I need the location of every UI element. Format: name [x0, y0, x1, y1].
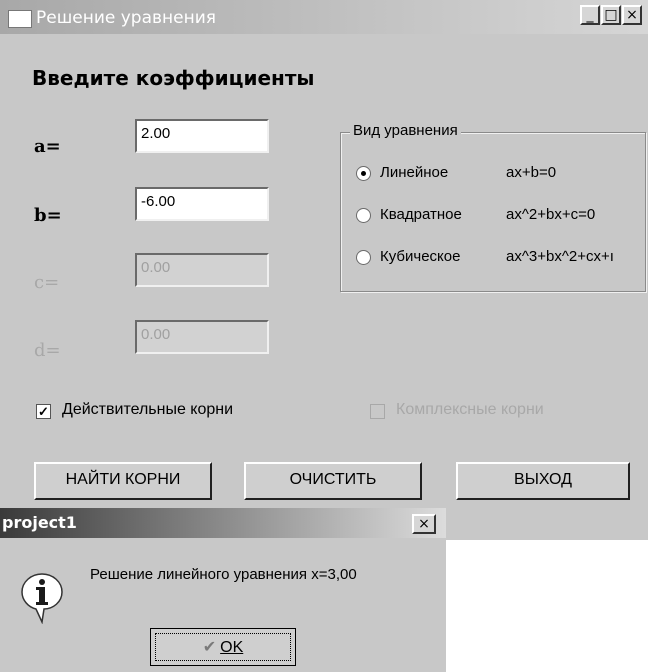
close-button[interactable]: ×: [622, 5, 642, 25]
coef-c-input[interactable]: 0.00: [135, 253, 269, 287]
main-window: Решение уравнения _ □ × Введите коэффици…: [0, 0, 648, 540]
dialog-close-button[interactable]: ×: [412, 514, 436, 534]
coef-a-input[interactable]: 2.00: [135, 119, 269, 153]
dialog-message: Решение линейного уравнения x=3,00: [90, 566, 357, 583]
option-linear-label[interactable]: Линейное: [380, 164, 448, 181]
ok-button[interactable]: ✔ OK: [150, 628, 296, 666]
real-roots-checkbox[interactable]: ✓: [36, 404, 51, 419]
option-quadratic-label[interactable]: Квадратное: [380, 206, 462, 223]
complex-roots-label[interactable]: Комплексные корни: [396, 401, 544, 419]
window-title: Решение уравнения: [36, 8, 217, 28]
window-titlebar[interactable]: Решение уравнения _ □ ×: [0, 0, 648, 34]
coef-b-label: b=: [34, 205, 62, 226]
dialog-titlebar[interactable]: project1 ×: [0, 508, 446, 538]
real-roots-label[interactable]: Действительные корни: [62, 401, 233, 419]
minimize-button[interactable]: _: [580, 5, 600, 25]
dialog-title: project1: [2, 513, 77, 532]
find-roots-button[interactable]: НАЙТИ КОРНИ: [34, 462, 212, 500]
radio-linear[interactable]: [356, 166, 371, 181]
clear-button[interactable]: ОЧИСТИТЬ: [244, 462, 422, 500]
complex-roots-checkbox[interactable]: [370, 404, 385, 419]
option-cubic-label[interactable]: Кубическое: [380, 248, 460, 265]
coef-c-label: c=: [34, 272, 60, 293]
form-heading: Введите коэффициенты: [32, 66, 315, 90]
maximize-button[interactable]: □: [601, 5, 621, 25]
info-icon: [21, 573, 63, 624]
exit-button[interactable]: ВЫХОД: [456, 462, 630, 500]
radio-selected-dot: [361, 171, 366, 176]
equation-type-caption: Вид уравнения: [350, 122, 461, 139]
radio-cubic[interactable]: [356, 250, 371, 265]
coef-d-label: d=: [34, 340, 61, 361]
coef-d-input[interactable]: 0.00: [135, 320, 269, 354]
option-cubic-formula: ax^3+bx^2+cx+ı: [506, 248, 614, 265]
coef-b-input[interactable]: -6.00: [135, 187, 269, 221]
ok-focus-rect: ✔ OK: [155, 633, 291, 661]
app-icon: [8, 10, 32, 28]
coef-a-label: a=: [34, 136, 61, 157]
option-linear-formula: ax+b=0: [506, 164, 557, 181]
check-icon: ✔: [202, 637, 217, 656]
option-quadratic-formula: ax^2+bx+c=0: [506, 206, 596, 223]
ok-label: OK: [220, 639, 244, 656]
radio-quadratic[interactable]: [356, 208, 371, 223]
